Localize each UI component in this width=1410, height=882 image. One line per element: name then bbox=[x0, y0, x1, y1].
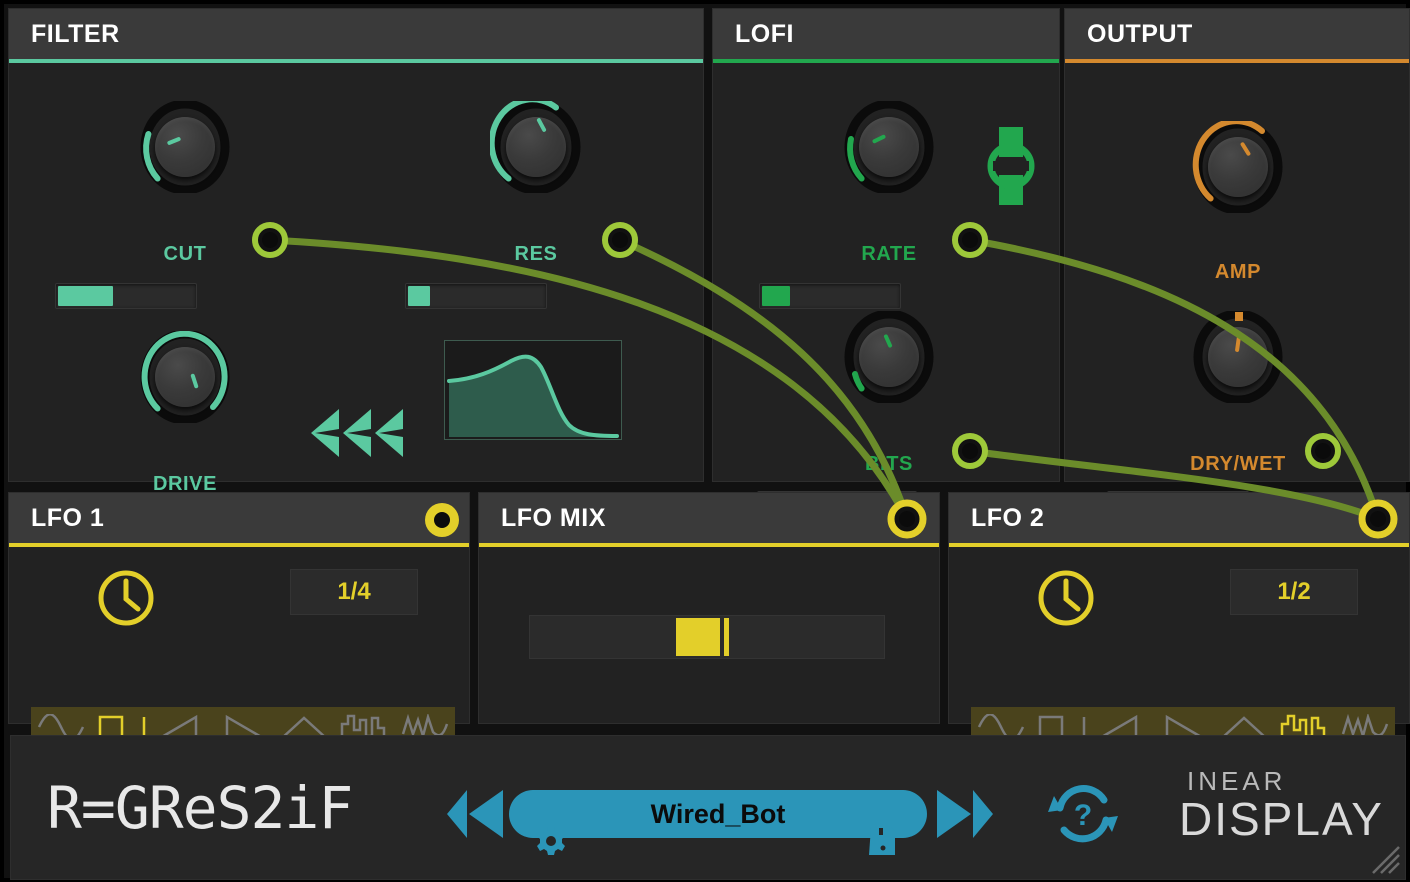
panel-lfomix: LFO MIX bbox=[478, 492, 940, 724]
lfo1-panel-title: LFO 1 bbox=[31, 504, 104, 533]
lfo1-rate-value: 1/4 bbox=[337, 578, 370, 606]
panel-lfo2: LFO 2 1/2 bbox=[948, 492, 1410, 724]
lfo2-panel-title: LFO 2 bbox=[971, 504, 1044, 533]
res-knob-cap bbox=[506, 117, 566, 177]
lfomix-panel-title: LFO MIX bbox=[501, 504, 606, 533]
cut-mod-fill bbox=[58, 286, 113, 306]
knob-label-bits: BITS bbox=[789, 453, 989, 476]
rate-mod-fill bbox=[762, 286, 790, 306]
knob-amp[interactable] bbox=[1192, 121, 1284, 213]
output-panel-body: AMP DRY/WET bbox=[1065, 63, 1409, 481]
lofi-panel-header: LOFI bbox=[713, 9, 1059, 59]
svg-text:?: ? bbox=[1074, 799, 1092, 832]
filter-curve-display bbox=[444, 340, 622, 440]
lfo-mix-slider[interactable] bbox=[529, 615, 885, 659]
lfo1-panel-body: 1/4 bbox=[9, 547, 469, 723]
preset-name-value: Wired_Bot bbox=[651, 799, 786, 830]
filter-panel-header: FILTER bbox=[9, 9, 703, 59]
preset-name-field[interactable]: Wired_Bot bbox=[509, 790, 927, 838]
knob-label-res: RES bbox=[436, 243, 636, 266]
panel-output: OUTPUT AMP DR bbox=[1064, 8, 1410, 482]
slider-res-mod-depth[interactable] bbox=[405, 283, 547, 309]
knob-res[interactable] bbox=[490, 101, 582, 193]
preset-next-button[interactable] bbox=[935, 788, 995, 840]
panel-lfo1: LFO 1 1/4 bbox=[8, 492, 470, 724]
resize-grip-icon[interactable] bbox=[1367, 841, 1401, 875]
floppy-save-icon[interactable] bbox=[869, 825, 897, 857]
lfo1-clock-icon[interactable] bbox=[97, 569, 155, 627]
knob-label-rate: RATE bbox=[789, 243, 989, 266]
link-toggle-icon bbox=[983, 127, 1039, 205]
triple-chevron-left-icon bbox=[309, 405, 407, 461]
lfo2-panel-body: 1/2 bbox=[949, 547, 1409, 723]
bits-knob-cap bbox=[859, 327, 919, 387]
knob-cut[interactable] bbox=[139, 101, 231, 193]
lfo2-clock-icon[interactable] bbox=[1037, 569, 1095, 627]
output-panel-title: OUTPUT bbox=[1087, 20, 1193, 49]
lfomix-panel-header: LFO MIX bbox=[479, 493, 939, 543]
slider-rate-mod-depth[interactable] bbox=[759, 283, 901, 309]
lofi-panel-title: LOFI bbox=[735, 20, 794, 49]
knob-drywet[interactable] bbox=[1192, 311, 1284, 403]
lfo1-jack-hole bbox=[434, 512, 450, 528]
filter-panel-title: FILTER bbox=[31, 20, 120, 49]
footer-bar: R=GReS2iF Wired_Bot ? INEA bbox=[10, 735, 1406, 880]
filter-panel-body: CUT RES bbox=[9, 63, 703, 481]
sync-link-toggle[interactable] bbox=[983, 127, 1039, 210]
preset-prev-button[interactable] bbox=[445, 788, 505, 840]
knob-label-drywet: DRY/WET bbox=[1138, 453, 1338, 476]
panel-filter: FILTER CUT RE bbox=[8, 8, 704, 482]
lowpass-response-curve bbox=[445, 341, 621, 439]
lfo1-panel-header: LFO 1 bbox=[9, 493, 469, 543]
lfomix-panel-body bbox=[479, 547, 939, 723]
cut-knob-cap bbox=[155, 117, 215, 177]
lfo2-panel-header: LFO 2 bbox=[949, 493, 1409, 543]
res-mod-fill bbox=[408, 286, 430, 306]
drive-knob-cap bbox=[155, 347, 215, 407]
help-refresh-icon[interactable]: ? bbox=[1046, 778, 1120, 850]
gear-icon[interactable] bbox=[535, 825, 567, 857]
lofi-panel-body: RATE bbox=[713, 63, 1059, 481]
plugin-logo: R=GReS2iF bbox=[47, 774, 352, 842]
knob-rate[interactable] bbox=[843, 101, 935, 193]
lfo2-rate-value: 1/2 bbox=[1277, 578, 1310, 606]
output-panel-header: OUTPUT bbox=[1065, 9, 1409, 59]
knob-label-amp: AMP bbox=[1138, 261, 1338, 284]
lfo1-rate-box[interactable]: 1/4 bbox=[290, 569, 418, 615]
knob-bits[interactable] bbox=[843, 311, 935, 403]
lfo2-rate-box[interactable]: 1/2 bbox=[1230, 569, 1358, 615]
brand-display: DISPLAY bbox=[1179, 792, 1384, 846]
plugin-window: FILTER CUT RE bbox=[0, 0, 1410, 882]
knob-drive[interactable] bbox=[139, 331, 231, 423]
lfo-mix-center-mark bbox=[724, 618, 729, 656]
rate-knob-cap bbox=[859, 117, 919, 177]
amp-knob-cap bbox=[1208, 137, 1268, 197]
slider-cut-mod-depth[interactable] bbox=[55, 283, 197, 309]
lfo1-output-jack[interactable] bbox=[425, 503, 459, 537]
knob-label-cut: CUT bbox=[85, 243, 285, 266]
lfo-mix-handle[interactable] bbox=[676, 618, 720, 656]
panel-lofi: LOFI RATE bbox=[712, 8, 1060, 482]
